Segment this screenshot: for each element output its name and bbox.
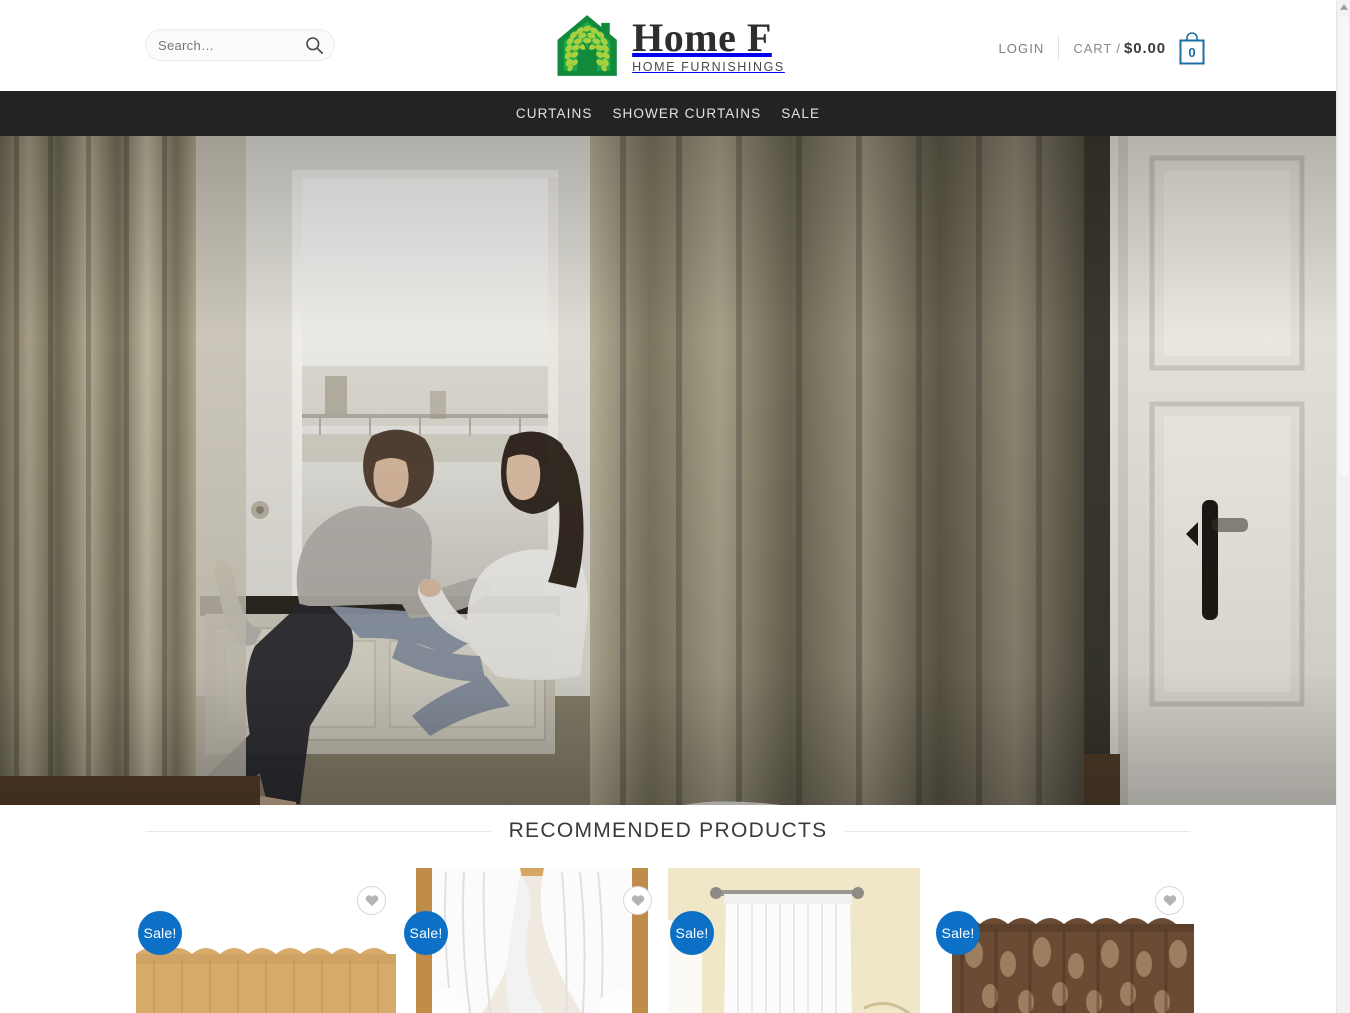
wishlist-button[interactable] xyxy=(623,886,652,915)
page-root: Home F HOME FURNISHINGS LOGIN CART / $0.… xyxy=(0,0,1350,1013)
site-logo-link[interactable]: Home F HOME FURNISHINGS xyxy=(551,13,785,78)
search-box[interactable] xyxy=(145,29,335,61)
search-submit-button[interactable] xyxy=(305,36,324,55)
product-card[interactable]: Sale! xyxy=(136,868,396,1013)
sale-badge: Sale! xyxy=(404,911,448,955)
sale-badge: Sale! xyxy=(936,911,980,955)
product-card[interactable]: Sale! xyxy=(402,868,662,1013)
nav-item-sale[interactable]: SALE xyxy=(781,106,820,121)
heart-icon xyxy=(365,895,378,907)
wishlist-button[interactable] xyxy=(357,886,386,915)
main-navigation: CURTAINS SHOWER CURTAINS SALE xyxy=(0,91,1336,136)
cart-count: 0 xyxy=(1188,44,1196,60)
hero-banner[interactable] xyxy=(0,136,1336,805)
recommended-section: RECOMMENDED PRODUCTS Sale! Sale! Sale! S… xyxy=(0,805,1336,1013)
search-input[interactable] xyxy=(146,30,296,60)
heart-icon xyxy=(631,895,644,907)
sale-badge: Sale! xyxy=(670,911,714,955)
wishlist-button[interactable] xyxy=(1155,886,1184,915)
cart-bag-button[interactable]: 0 xyxy=(1178,31,1206,65)
section-header: RECOMMENDED PRODUCTS xyxy=(146,819,1190,843)
cart-total: $0.00 xyxy=(1123,39,1166,57)
section-rule-left xyxy=(146,830,491,832)
section-title: RECOMMENDED PRODUCTS xyxy=(508,819,828,842)
scrollbar-up-button[interactable] xyxy=(1337,0,1350,14)
brand-name: Home F xyxy=(632,15,772,61)
product-card[interactable]: Sale! xyxy=(934,868,1194,1013)
login-link[interactable]: LOGIN xyxy=(998,41,1058,56)
product-card[interactable]: Sale! xyxy=(668,868,928,1013)
section-rule-right xyxy=(845,830,1190,832)
brand-tagline: HOME FURNISHINGS xyxy=(632,59,785,74)
account-area: LOGIN CART / $0.00 0 xyxy=(998,31,1206,65)
search-icon xyxy=(306,37,323,54)
scrollbar-thumb[interactable] xyxy=(1339,16,1349,476)
page-scrollbar[interactable] xyxy=(1336,0,1350,1013)
product-grid: Sale! Sale! Sale! Sale! xyxy=(136,868,1200,1013)
site-header: Home F HOME FURNISHINGS LOGIN CART / $0.… xyxy=(0,0,1336,91)
heart-icon xyxy=(1163,895,1176,907)
nav-item-curtains[interactable]: CURTAINS xyxy=(516,106,593,121)
caret-up-icon xyxy=(1340,4,1348,10)
green-house-tree-logo-icon xyxy=(557,15,617,76)
cart-label: CART / xyxy=(1073,40,1121,56)
sale-badge: Sale! xyxy=(138,911,182,955)
hero-image xyxy=(0,136,1336,805)
cart-link[interactable]: CART / $0.00 xyxy=(1059,40,1166,57)
nav-item-shower-curtains[interactable]: SHOWER CURTAINS xyxy=(612,106,761,121)
